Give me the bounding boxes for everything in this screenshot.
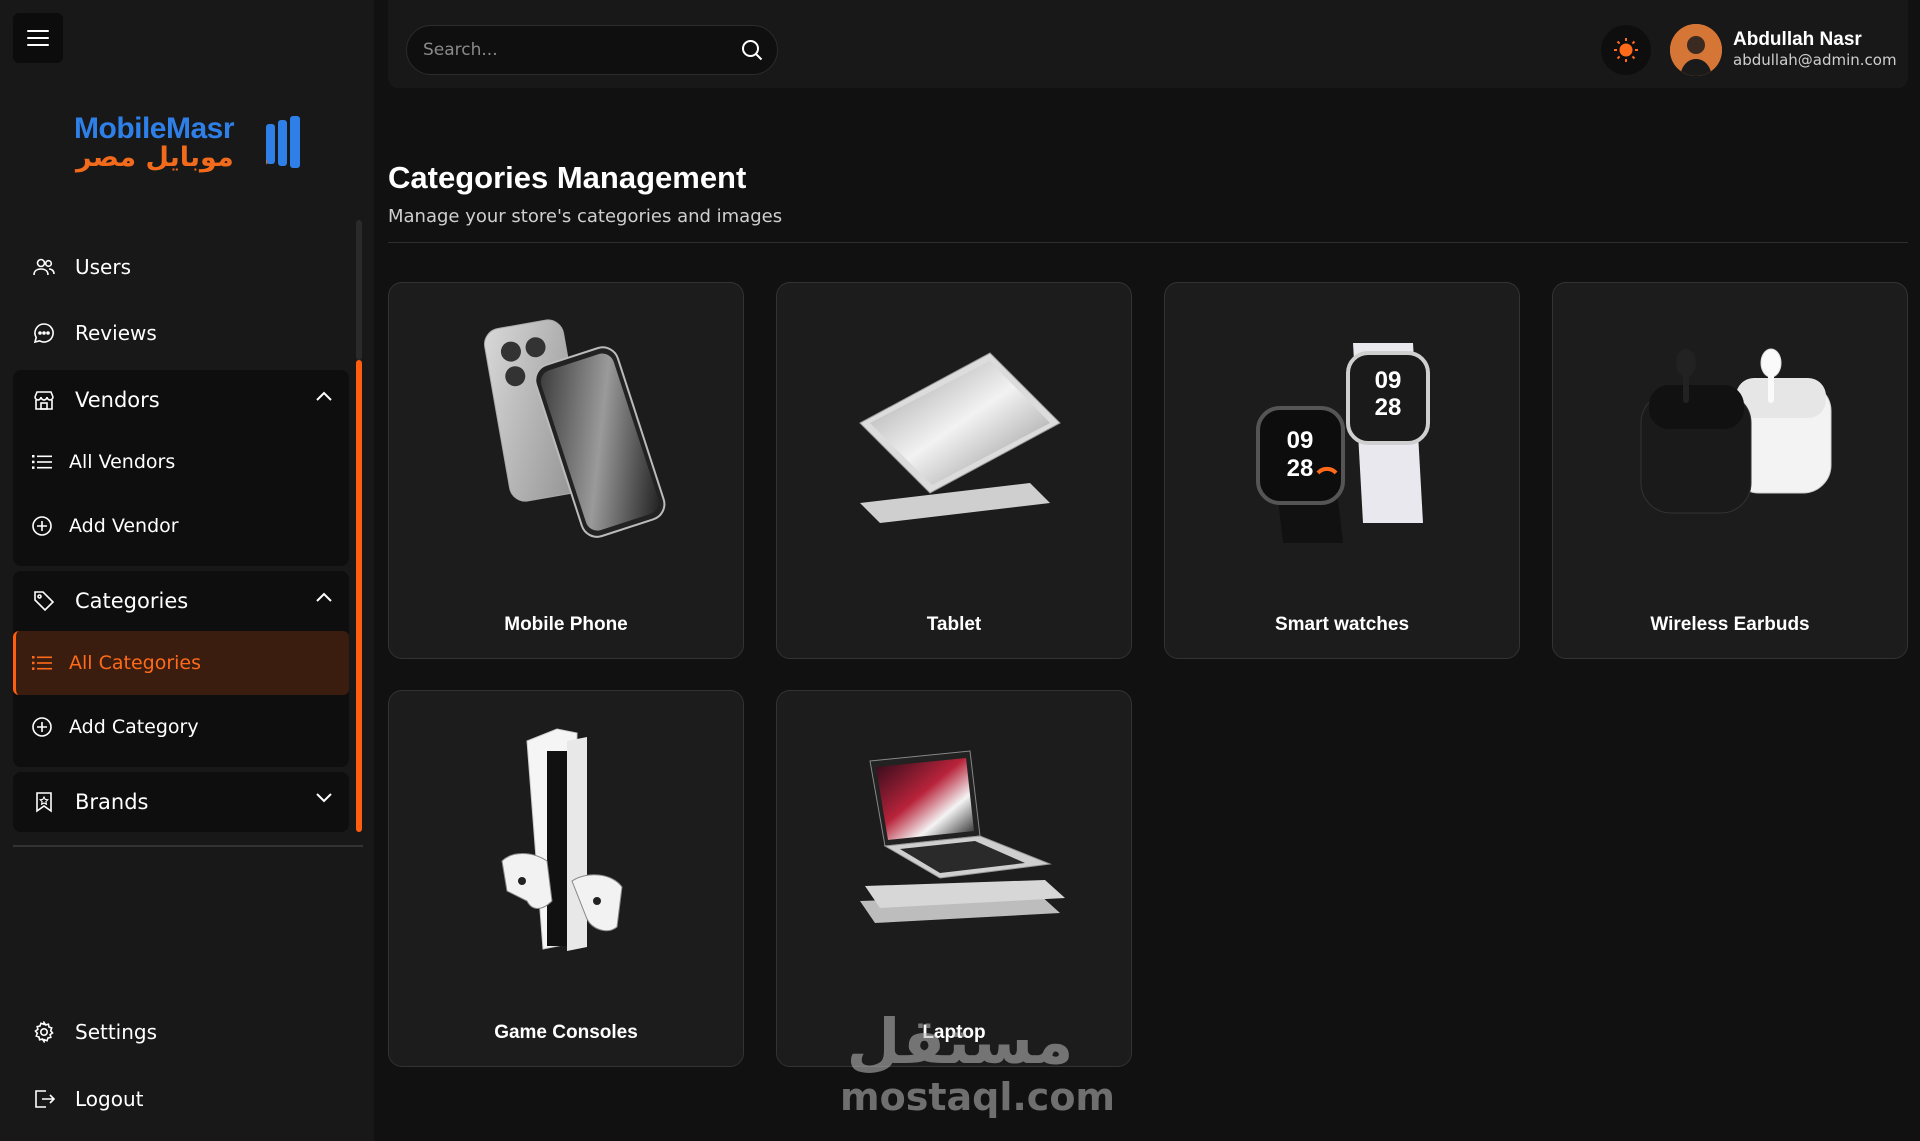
sidebar-group-label: Brands xyxy=(75,790,149,814)
category-card-wireless-earbuds[interactable]: Wireless Earbuds xyxy=(1552,282,1908,659)
sidebar-item-brands[interactable]: Brands xyxy=(13,772,349,832)
sidebar-item-add-category[interactable]: Add Category xyxy=(13,695,349,759)
bookmark-icon xyxy=(29,791,59,813)
menu-toggle-button[interactable] xyxy=(13,13,63,63)
sidebar-item-all-vendors[interactable]: All Vendors xyxy=(13,430,349,494)
console-image xyxy=(389,691,743,991)
sidebar-item-add-vendor[interactable]: Add Vendor xyxy=(13,494,349,558)
top-header: Abdullah Nasr abdullah@admin.com xyxy=(388,0,1908,88)
sidebar: MobileMasr موبايل مصر Users Reviews Vend… xyxy=(0,0,374,1141)
category-card-mobile-phone[interactable]: Mobile Phone xyxy=(388,282,744,659)
tag-icon xyxy=(29,590,59,612)
search-box xyxy=(406,25,778,75)
sidebar-item-vendors[interactable]: Vendors xyxy=(13,370,349,430)
chevron-down-icon[interactable] xyxy=(315,792,333,804)
category-label: Smart watches xyxy=(1274,614,1410,635)
smartwatch-image: 09 28 09 28 xyxy=(1165,283,1519,583)
chevron-up-icon[interactable] xyxy=(315,390,333,402)
user-email: abdullah@admin.com xyxy=(1733,51,1897,69)
page-title: Categories Management xyxy=(388,160,747,195)
category-label: Mobile Phone xyxy=(504,614,628,635)
plus-circle-icon xyxy=(29,515,55,537)
brand-name-en: MobileMasr xyxy=(74,112,235,145)
sidebar-group-label: Categories xyxy=(75,589,189,613)
chat-icon xyxy=(29,322,59,344)
brand-logo[interactable]: MobileMasr موبايل مصر xyxy=(72,108,312,178)
sidebar-item-settings[interactable]: Settings xyxy=(13,1001,349,1063)
brand-mark-icon xyxy=(266,116,300,168)
users-icon xyxy=(29,258,59,276)
sidebar-item-label: Add Category xyxy=(69,716,199,738)
sidebar-group-categories: Categories All Categories Add Category xyxy=(13,571,349,767)
sidebar-scroll-track[interactable] xyxy=(356,220,362,360)
chevron-up-icon[interactable] xyxy=(315,591,333,603)
hamburger-icon xyxy=(27,30,49,46)
brand-name-ar: موبايل مصر xyxy=(76,142,234,173)
sidebar-item-label: Reviews xyxy=(75,321,157,345)
sidebar-divider xyxy=(13,845,363,847)
sidebar-item-label: All Vendors xyxy=(69,451,176,473)
sidebar-group-vendors: Vendors All Vendors Add Vendor xyxy=(13,370,349,566)
plus-circle-icon xyxy=(29,716,55,738)
sidebar-group-brands: Brands xyxy=(13,772,349,832)
sidebar-scrollbar[interactable] xyxy=(356,360,362,832)
laptop-image xyxy=(777,691,1131,991)
sun-icon xyxy=(1614,38,1638,62)
sidebar-item-label: All Categories xyxy=(69,652,202,674)
page-subtitle: Manage your store's categories and image… xyxy=(388,206,783,227)
sidebar-item-logout[interactable]: Logout xyxy=(13,1068,349,1130)
watermark-ar: مستقل xyxy=(846,1005,1074,1078)
search-icon[interactable] xyxy=(741,39,763,61)
search-input[interactable] xyxy=(423,40,723,60)
mobile-phone-image xyxy=(389,283,743,583)
logout-icon xyxy=(29,1089,59,1109)
user-name: Abdullah Nasr xyxy=(1733,29,1862,50)
sidebar-item-label: Settings xyxy=(75,1020,158,1044)
avatar[interactable] xyxy=(1670,24,1722,76)
svg-text:28: 28 xyxy=(1287,455,1314,482)
category-card-smart-watches[interactable]: 09 28 09 28 Smart watches xyxy=(1164,282,1520,659)
sidebar-item-reviews[interactable]: Reviews xyxy=(13,302,349,364)
category-label: Wireless Earbuds xyxy=(1650,614,1810,635)
svg-text:09: 09 xyxy=(1375,367,1402,394)
sidebar-item-categories[interactable]: Categories xyxy=(13,571,349,631)
list-icon xyxy=(29,655,55,671)
sidebar-item-label: Add Vendor xyxy=(69,515,179,537)
tablet-image xyxy=(777,283,1131,583)
earbuds-image xyxy=(1553,283,1907,583)
list-icon xyxy=(29,454,55,470)
watermark-en: mostaql.com xyxy=(840,1075,1116,1119)
svg-text:28: 28 xyxy=(1375,394,1402,421)
category-label: Game Consoles xyxy=(494,1022,638,1043)
sidebar-item-all-categories[interactable]: All Categories xyxy=(13,631,349,695)
store-icon xyxy=(29,390,59,410)
watermark: مستقل mostaql.com xyxy=(840,1005,1116,1125)
category-label: Tablet xyxy=(926,614,982,635)
category-card-tablet[interactable]: Tablet xyxy=(776,282,1132,659)
theme-toggle-button[interactable] xyxy=(1601,25,1651,75)
category-card-game-consoles[interactable]: Game Consoles xyxy=(388,690,744,1067)
sidebar-item-label: Logout xyxy=(75,1087,144,1111)
sidebar-item-users[interactable]: Users xyxy=(13,236,349,298)
sidebar-group-label: Vendors xyxy=(75,388,160,412)
gear-icon xyxy=(29,1021,59,1043)
title-divider xyxy=(388,242,1908,243)
svg-text:09: 09 xyxy=(1287,427,1314,454)
sidebar-item-label: Users xyxy=(75,255,132,279)
